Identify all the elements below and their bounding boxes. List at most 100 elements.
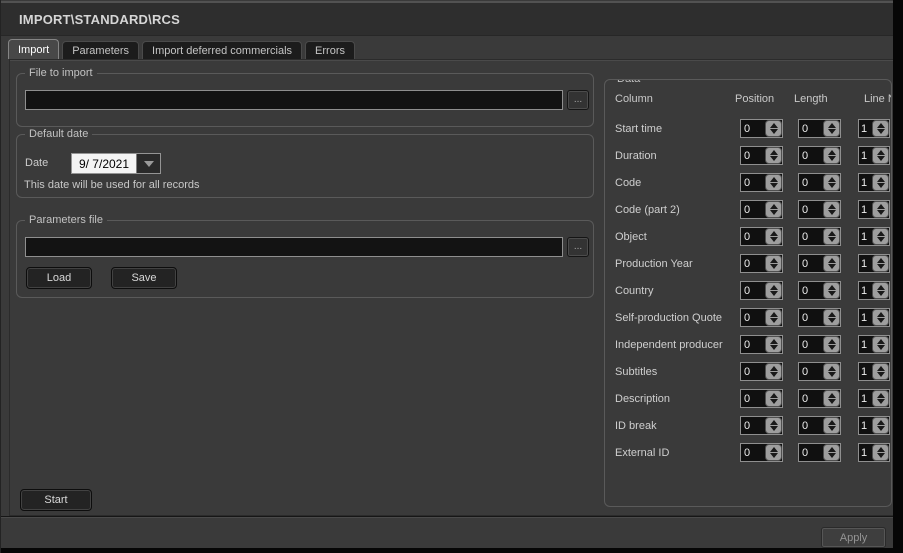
position-value[interactable]: 0 [741,336,765,353]
length-spinner[interactable]: 0 [798,362,841,381]
line-number-value[interactable]: 1 [859,309,872,326]
spin-up-down-icon[interactable] [765,336,782,353]
position-spinner[interactable]: 0 [740,173,783,192]
line-number-spinner[interactable]: 1 [858,389,890,408]
line-number-spinner[interactable]: 1 [858,308,890,327]
spin-up-down-icon[interactable] [823,444,840,461]
position-value[interactable]: 0 [741,228,765,245]
spin-up-down-icon[interactable] [872,201,889,218]
position-spinner[interactable]: 0 [740,335,783,354]
line-number-value[interactable]: 1 [859,147,872,164]
start-button[interactable]: Start [20,489,92,511]
length-value[interactable]: 0 [799,174,823,191]
length-spinner[interactable]: 0 [798,173,841,192]
spin-up-down-icon[interactable] [823,174,840,191]
position-value[interactable]: 0 [741,282,765,299]
tab-parameters[interactable]: Parameters [62,41,139,59]
line-number-value[interactable]: 1 [859,120,872,137]
line-number-value[interactable]: 1 [859,282,872,299]
spin-up-down-icon[interactable] [765,417,782,434]
length-value[interactable]: 0 [799,444,823,461]
position-value[interactable]: 0 [741,201,765,218]
position-spinner[interactable]: 0 [740,308,783,327]
length-value[interactable]: 0 [799,147,823,164]
spin-up-down-icon[interactable] [765,363,782,380]
position-spinner[interactable]: 0 [740,362,783,381]
spin-up-down-icon[interactable] [823,255,840,272]
file-browse-button[interactable]: ... [567,90,589,110]
length-value[interactable]: 0 [799,201,823,218]
tab-import[interactable]: Import [8,39,59,59]
save-button[interactable]: Save [111,267,177,289]
line-number-spinner[interactable]: 1 [858,443,890,462]
line-number-spinner[interactable]: 1 [858,227,890,246]
line-number-value[interactable]: 1 [859,417,872,434]
spin-up-down-icon[interactable] [765,147,782,164]
spin-up-down-icon[interactable] [872,228,889,245]
spin-up-down-icon[interactable] [823,363,840,380]
spin-up-down-icon[interactable] [823,390,840,407]
line-number-value[interactable]: 1 [859,201,872,218]
spin-up-down-icon[interactable] [872,444,889,461]
position-value[interactable]: 0 [741,120,765,137]
length-spinner[interactable]: 0 [798,254,841,273]
length-value[interactable]: 0 [799,390,823,407]
date-value[interactable]: 9/ 7/2021 [72,154,136,173]
spin-up-down-icon[interactable] [872,390,889,407]
spin-up-down-icon[interactable] [872,417,889,434]
spin-up-down-icon[interactable] [872,120,889,137]
line-number-spinner[interactable]: 1 [858,173,890,192]
position-value[interactable]: 0 [741,255,765,272]
spin-up-down-icon[interactable] [765,282,782,299]
spin-up-down-icon[interactable] [765,255,782,272]
line-number-spinner[interactable]: 1 [858,362,890,381]
date-dropdown-button[interactable] [136,154,160,173]
position-spinner[interactable]: 0 [740,281,783,300]
line-number-spinner[interactable]: 1 [858,119,890,138]
spin-up-down-icon[interactable] [823,309,840,326]
line-number-spinner[interactable]: 1 [858,335,890,354]
position-value[interactable]: 0 [741,309,765,326]
position-value[interactable]: 0 [741,444,765,461]
tab-errors[interactable]: Errors [305,41,355,59]
length-value[interactable]: 0 [799,255,823,272]
length-spinner[interactable]: 0 [798,308,841,327]
line-number-value[interactable]: 1 [859,444,872,461]
line-number-value[interactable]: 1 [859,255,872,272]
length-value[interactable]: 0 [799,417,823,434]
spin-up-down-icon[interactable] [823,228,840,245]
spin-up-down-icon[interactable] [765,201,782,218]
line-number-value[interactable]: 1 [859,390,872,407]
spin-up-down-icon[interactable] [872,336,889,353]
length-spinner[interactable]: 0 [798,335,841,354]
length-spinner[interactable]: 0 [798,443,841,462]
spin-up-down-icon[interactable] [823,120,840,137]
apply-button[interactable]: Apply [821,527,886,548]
load-button[interactable]: Load [26,267,92,289]
length-spinner[interactable]: 0 [798,389,841,408]
length-value[interactable]: 0 [799,363,823,380]
position-value[interactable]: 0 [741,363,765,380]
length-spinner[interactable]: 0 [798,281,841,300]
length-value[interactable]: 0 [799,228,823,245]
spin-up-down-icon[interactable] [823,336,840,353]
file-to-import-input[interactable] [25,90,563,110]
position-value[interactable]: 0 [741,417,765,434]
position-value[interactable]: 0 [741,390,765,407]
line-number-value[interactable]: 1 [859,363,872,380]
line-number-spinner[interactable]: 1 [858,416,890,435]
position-spinner[interactable]: 0 [740,416,783,435]
line-number-spinner[interactable]: 1 [858,200,890,219]
position-spinner[interactable]: 0 [740,389,783,408]
line-number-value[interactable]: 1 [859,336,872,353]
spin-up-down-icon[interactable] [872,255,889,272]
spin-up-down-icon[interactable] [872,174,889,191]
spin-up-down-icon[interactable] [765,174,782,191]
length-spinner[interactable]: 0 [798,200,841,219]
length-value[interactable]: 0 [799,282,823,299]
position-spinner[interactable]: 0 [740,254,783,273]
spin-up-down-icon[interactable] [872,309,889,326]
spin-up-down-icon[interactable] [823,147,840,164]
spin-up-down-icon[interactable] [823,201,840,218]
length-value[interactable]: 0 [799,309,823,326]
